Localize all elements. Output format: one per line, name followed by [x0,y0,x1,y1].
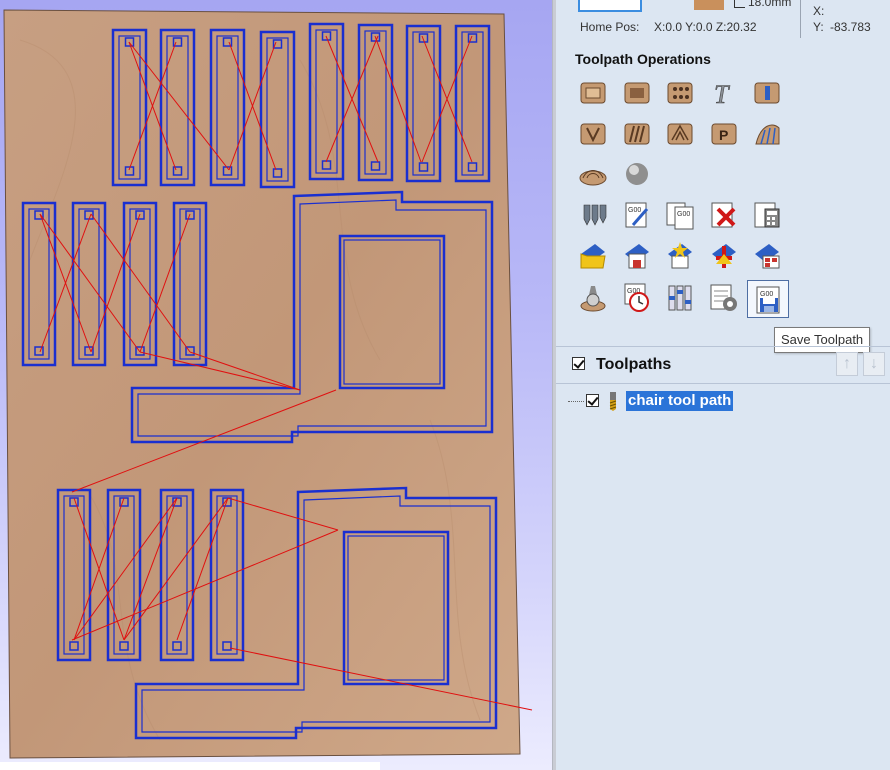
merge-toolpaths-icon [583,204,607,226]
pocket-button[interactable] [621,77,653,109]
tree-line [568,401,584,402]
drilling-icon [667,82,693,104]
save-toolpath-icon: G00 [756,286,780,314]
3d-viewport[interactable] [0,0,552,770]
tool-database-button[interactable] [577,282,609,314]
tool-database-icon [580,286,606,312]
3d-roughing-icon [626,163,648,185]
post-processor-button[interactable] [664,282,696,314]
move-down-button[interactable]: ↓ [863,352,885,376]
gcode-edit-button[interactable]: G00 [621,199,653,231]
time-estimate-icon: G00 [624,283,649,312]
settings-button[interactable] [708,282,740,314]
texture-toolpath-button[interactable]: P [708,118,740,150]
toolpaths-section-checkbox[interactable] [572,357,585,370]
inlay-icon [754,82,780,104]
fluting-icon [624,123,650,145]
toolpath-item-label[interactable]: chair tool path [626,391,734,411]
svg-text:P: P [719,127,728,143]
merge-toolpaths-button[interactable] [577,199,609,231]
coords-separator [800,0,801,38]
template-icon [755,244,780,269]
post-processor-icon [668,285,692,311]
svg-text:T: T [714,80,730,109]
cursor-y-label: Y: [813,20,824,34]
status-strip [0,762,380,770]
gcode-simulate-icon: G00 [666,202,694,230]
cursor-y-value: -83.783 [830,20,871,34]
toolpath-visible-checkbox[interactable] [586,394,599,407]
svg-text:G00: G00 [760,291,773,298]
move-icon [712,244,736,268]
svg-text:G00: G00 [628,207,641,214]
roughing-button[interactable] [751,118,783,150]
thickness-marker-icon [734,0,745,8]
texture-icon: T [714,80,731,109]
material-swatch-icon [694,0,724,10]
material-thickness: 18.0mm [748,0,792,9]
roughing-icon [755,124,780,145]
move-button[interactable] [708,240,740,272]
prism-button[interactable] [664,118,696,150]
cursor-x-label: X: [813,4,825,18]
end-mill-tool-icon [609,392,617,411]
finishing-icon [579,170,607,186]
gcode-edit-icon: G00 [625,202,649,228]
drilling-button[interactable] [664,77,696,109]
save-toolpath-button[interactable]: G00 [747,280,789,318]
move-up-button[interactable]: ↑ [836,352,858,376]
prism-icon [667,123,693,145]
profile-button[interactable] [577,77,609,109]
time-estimate-button[interactable]: G00 [621,282,653,314]
texture-button[interactable]: T [708,77,740,109]
toolpath-operations-title: Toolpath Operations [575,51,711,67]
v-carve-button[interactable] [577,118,609,150]
delete-toolpath-button[interactable] [708,199,740,231]
3d-roughing-button[interactable] [621,158,653,190]
finishing-button[interactable] [577,158,609,190]
profile-icon [580,82,606,104]
toolpaths-panel [556,0,890,770]
save-folder-icon [625,244,649,269]
v-carve-icon [580,123,606,145]
toolpaths-separator [556,383,890,384]
delete-toolpath-icon [711,202,736,228]
fluting-button[interactable] [621,118,653,150]
toolpaths-title: Toolpaths [596,356,672,373]
home-position-label: Home Pos: [580,20,640,34]
folder-open-icon [580,244,606,269]
folder-open-button[interactable] [577,240,609,272]
pocket-icon [624,82,650,104]
recalculate-icon [668,242,692,269]
inlay-button[interactable] [751,77,783,109]
settings-icon [710,284,737,311]
wood-sheet-view [3,9,533,759]
save-folder-button[interactable] [621,240,653,272]
calculate-icon [754,202,780,228]
texture-toolpath-icon: P [711,123,737,145]
svg-text:G00: G00 [677,211,690,218]
gcode-simulate-button[interactable]: G00 [664,199,696,231]
home-position-value: X:0.0 Y:0.0 Z:20.32 [654,20,757,34]
recalculate-button[interactable] [664,240,696,272]
home-position-field[interactable] [578,0,642,12]
calculate-button[interactable] [751,199,783,231]
template-button[interactable] [751,240,783,272]
